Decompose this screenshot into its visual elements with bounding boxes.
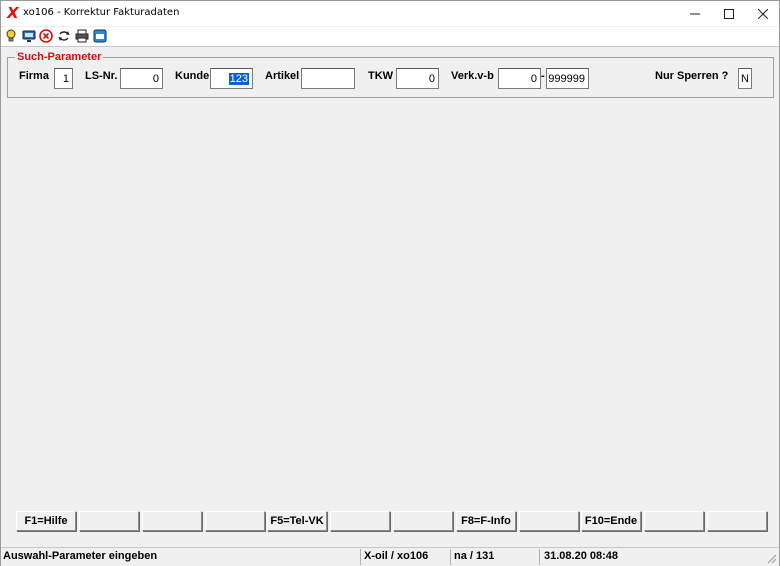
maximize-icon: [724, 8, 734, 19]
status-user: na / 131: [454, 550, 495, 562]
app-logo-icon: X: [7, 4, 19, 22]
ls-nr-label: LS-Nr.: [85, 70, 118, 82]
resize-grip-icon[interactable]: [766, 553, 777, 564]
artikel-label: Artikel: [265, 70, 300, 82]
printer-icon[interactable]: [75, 29, 89, 43]
nur-sperren-label: Nur Sperren ?: [655, 70, 729, 82]
status-divider: [360, 549, 361, 565]
firma-value: 1: [62, 72, 69, 85]
window-icon[interactable]: [93, 29, 107, 43]
ls-nr-value: 0: [152, 72, 159, 85]
fkey-button-6[interactable]: [330, 511, 390, 531]
fkey-button-3[interactable]: [142, 511, 202, 531]
status-divider: [539, 549, 540, 565]
search-parameter-legend: Such-Parameter: [15, 51, 104, 63]
fkey-button-2[interactable]: [79, 511, 139, 531]
refresh-icon[interactable]: [57, 29, 71, 43]
minimize-button[interactable]: [678, 1, 712, 26]
window-title: xo106 - Korrektur Fakturadaten: [23, 7, 180, 18]
lightbulb-icon[interactable]: [4, 29, 18, 43]
tkw-label: TKW: [368, 70, 394, 82]
fkey-button-12[interactable]: [707, 511, 767, 531]
kunde-value: 123: [228, 72, 249, 85]
verk-to-field[interactable]: 999999: [546, 68, 589, 89]
nur-sperren-field[interactable]: N: [738, 68, 752, 89]
cancel-icon[interactable]: [39, 29, 53, 43]
nur-sperren-value: N: [741, 72, 749, 85]
minimize-icon: [690, 13, 700, 14]
firma-label: Firma: [19, 70, 49, 82]
fkey-button-10[interactable]: F10=Ende: [581, 511, 641, 531]
verk-separator: -: [541, 70, 545, 82]
artikel-field[interactable]: [301, 68, 355, 89]
tkw-value: 0: [428, 72, 435, 85]
status-program: X-oil / xo106: [364, 550, 429, 562]
close-icon: [758, 8, 768, 19]
fkey-button-7[interactable]: [393, 511, 453, 531]
kunde-label: Kunde: [175, 70, 210, 82]
maximize-button[interactable]: [712, 1, 746, 26]
fkey-button-5[interactable]: F5=Tel-VK: [267, 511, 327, 531]
status-message: Auswahl-Parameter eingeben: [3, 550, 158, 562]
status-datetime: 31.08.20 08:48: [544, 550, 619, 562]
verk-label: Verk.v-b: [451, 70, 494, 82]
fkey-button-11[interactable]: [644, 511, 704, 531]
tkw-field[interactable]: 0: [396, 68, 439, 89]
fkey-button-8[interactable]: F8=F-Info: [456, 511, 516, 531]
verk-to-value: 999999: [548, 72, 585, 85]
firma-field[interactable]: 1: [54, 68, 73, 89]
kunde-field[interactable]: 123: [210, 68, 253, 89]
status-bar: Auswahl-Parameter eingeben X-oil / xo106…: [1, 547, 779, 566]
title-bar[interactable]: X xo106 - Korrektur Fakturadaten: [1, 1, 779, 26]
verk-from-field[interactable]: 0: [498, 68, 541, 89]
fkey-button-4[interactable]: [205, 511, 265, 531]
fkey-button-9[interactable]: [519, 511, 579, 531]
status-divider: [450, 549, 451, 565]
ls-nr-field[interactable]: 0: [120, 68, 163, 89]
verk-from-value: 0: [530, 72, 537, 85]
fkey-button-1[interactable]: F1=Hilfe: [16, 511, 76, 531]
toolbar: [1, 27, 779, 47]
monitor-icon[interactable]: [22, 29, 36, 43]
app-window: X xo106 - Korrektur Fakturadaten Such-Pa…: [0, 0, 780, 566]
close-button[interactable]: [746, 1, 780, 26]
